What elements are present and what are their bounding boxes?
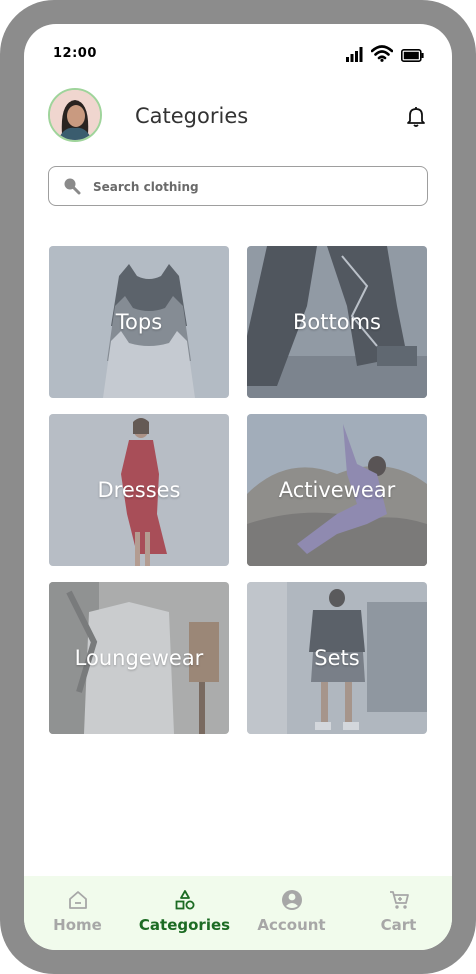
app-screen: 12:00 Categories Search clothing Tops Bo… xyxy=(24,24,452,950)
category-grid: Tops Bottoms Dresses Activewear Loungewe… xyxy=(49,246,427,734)
profile-photo xyxy=(50,90,100,140)
wifi-icon xyxy=(371,45,393,62)
nav-item-cart[interactable]: Cart xyxy=(345,876,452,950)
home-icon xyxy=(68,891,87,909)
category-tile-sets[interactable]: Sets xyxy=(247,582,427,734)
category-label: Tops xyxy=(115,310,163,334)
category-label: Dresses xyxy=(97,478,181,502)
avatar[interactable] xyxy=(48,88,102,142)
battery-icon xyxy=(401,49,424,62)
category-tile-loungewear[interactable]: Loungewear xyxy=(49,582,229,734)
nav-label: Categories xyxy=(138,916,231,934)
nav-item-account[interactable]: Account xyxy=(238,876,345,950)
nav-item-home[interactable]: Home xyxy=(24,876,131,950)
category-label: Activewear xyxy=(278,478,396,502)
category-tile-bottoms[interactable]: Bottoms xyxy=(247,246,427,398)
status-time: 12:00 xyxy=(53,46,97,61)
nav-label: Home xyxy=(53,916,102,934)
status-bar: 12:00 xyxy=(24,24,452,84)
search-icon xyxy=(64,178,81,195)
category-label: Sets xyxy=(314,646,360,670)
nav-item-categories[interactable]: Categories xyxy=(131,876,238,950)
category-tile-tops[interactable]: Tops xyxy=(49,246,229,398)
shapes-icon xyxy=(175,890,194,910)
category-tile-activewear[interactable]: Activewear xyxy=(247,414,427,566)
nav-label: Account xyxy=(257,916,326,934)
bottom-nav: Home Categories Account Cart xyxy=(24,876,452,950)
category-label: Loungewear xyxy=(74,646,204,670)
category-label: Bottoms xyxy=(293,310,381,334)
header: Categories xyxy=(24,84,452,154)
page-title: Categories xyxy=(135,104,249,128)
search-bar[interactable] xyxy=(48,166,428,207)
nav-label: Cart xyxy=(380,916,417,934)
account-icon xyxy=(281,890,302,910)
bell-icon[interactable] xyxy=(404,104,428,128)
status-icons xyxy=(346,44,424,62)
cart-icon xyxy=(389,891,409,909)
search-input[interactable] xyxy=(91,167,415,207)
signal-icon xyxy=(346,47,363,62)
category-tile-dresses[interactable]: Dresses xyxy=(49,414,229,566)
